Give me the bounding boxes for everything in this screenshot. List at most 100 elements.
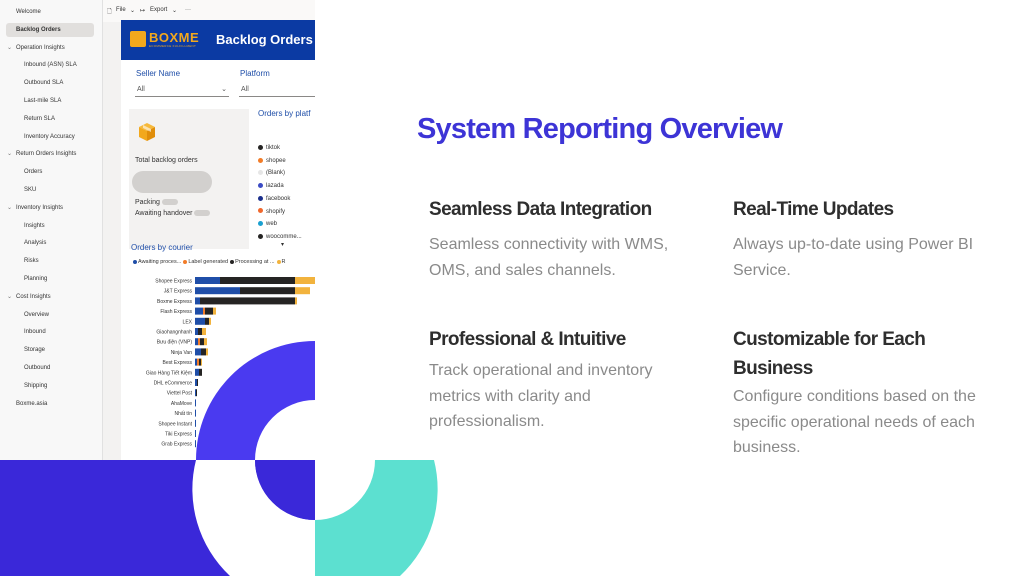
- legend-item[interactable]: woocomme...: [258, 231, 302, 243]
- bar-segment[interactable]: [199, 368, 202, 376]
- sidebar-item[interactable]: Last-mile SLA: [0, 94, 103, 108]
- sidebar-item[interactable]: Planning: [0, 272, 103, 286]
- legend-item[interactable]: Label generated: [181, 259, 228, 265]
- more-options-button[interactable]: ···: [185, 7, 191, 13]
- bar-segment[interactable]: [295, 277, 315, 284]
- sidebar-item[interactable]: Outbound: [0, 361, 103, 375]
- sidebar-item[interactable]: Storage: [0, 343, 103, 357]
- file-menu[interactable]: File: [116, 7, 126, 13]
- bar-segment[interactable]: [209, 317, 211, 325]
- total-backlog-card: Total backlog orders Packing Awaiting ha…: [129, 109, 249, 249]
- sidebar-item[interactable]: Inbound: [0, 325, 103, 339]
- bar-segment[interactable]: [195, 348, 201, 356]
- bar-segment[interactable]: [205, 317, 209, 325]
- sidebar-item[interactable]: SKU: [0, 183, 103, 197]
- sidebar-item-label: Boxme.asia: [16, 400, 48, 407]
- sidebar-item-label: Inventory Accuracy: [24, 133, 75, 140]
- bar-segment[interactable]: [195, 419, 196, 427]
- bar-segment[interactable]: [195, 389, 196, 397]
- chevron-down-icon[interactable]: ⌄: [7, 290, 12, 304]
- legend-more-icon[interactable]: ▾: [281, 241, 284, 248]
- sidebar-item[interactable]: ⌄ Inventory Insights: [0, 201, 103, 215]
- sidebar-item[interactable]: Backlog Orders: [6, 22, 94, 37]
- sidebar-item[interactable]: Overview: [0, 308, 103, 322]
- bar-segment[interactable]: [201, 358, 202, 366]
- bar-segment[interactable]: [295, 297, 297, 305]
- seller-filter-select[interactable]: All ⌄: [135, 83, 229, 97]
- bar-segment[interactable]: [197, 379, 198, 386]
- feature-title-customizable: Customizable for Each Business: [733, 329, 926, 379]
- bar-segment[interactable]: [195, 399, 196, 407]
- sidebar-item[interactable]: Boxme.asia: [0, 397, 103, 411]
- bar-segment[interactable]: [198, 328, 202, 335]
- bar-segment[interactable]: [200, 297, 295, 305]
- bar-segment[interactable]: [195, 409, 196, 417]
- bar-segment[interactable]: [220, 277, 295, 284]
- bar-segment[interactable]: [201, 348, 206, 356]
- legend-item[interactable]: shopee: [258, 155, 286, 167]
- sidebar-item[interactable]: ⌄ Return Orders Insights: [0, 147, 103, 161]
- legend-dot-icon: [258, 195, 263, 201]
- sidebar-item[interactable]: Risks: [0, 254, 103, 268]
- bar-segment[interactable]: [195, 338, 198, 346]
- bar-segment[interactable]: [204, 338, 207, 346]
- category-label: Viettel Post: [167, 391, 193, 397]
- boxme-logo-subtitle: ECOMMERCE FULFILLMENT: [149, 44, 197, 48]
- bar-segment[interactable]: [195, 287, 240, 295]
- bar-segment[interactable]: [195, 379, 197, 386]
- sidebar-item[interactable]: ⌄ Operation Insights: [0, 41, 103, 55]
- bar-segment[interactable]: [195, 307, 203, 315]
- sidebar-item[interactable]: Inventory Accuracy: [0, 130, 103, 144]
- platform-filter-select[interactable]: All: [239, 83, 315, 97]
- bar-segment[interactable]: [200, 338, 204, 346]
- legend-item[interactable]: R: [275, 259, 286, 265]
- bar-segment[interactable]: [205, 307, 213, 315]
- chevron-down-icon[interactable]: ⌄: [7, 41, 12, 55]
- legend-item[interactable]: Awaiting proces...: [131, 259, 181, 265]
- bar-segment[interactable]: [195, 317, 205, 325]
- sidebar-item[interactable]: Inbound (ASN) SLA: [0, 58, 103, 72]
- bar-segment[interactable]: [199, 358, 201, 366]
- sidebar-item[interactable]: Shipping: [0, 379, 103, 393]
- category-label: Bưu điện (VNP): [157, 340, 193, 346]
- legend-dot-icon: [258, 183, 263, 189]
- legend-item[interactable]: facebook: [258, 193, 290, 205]
- legend-item[interactable]: Processing at ...: [228, 259, 275, 265]
- report-banner: BOXME ECOMMERCE FULFILLMENT Backlog Orde…: [121, 20, 315, 60]
- export-icon[interactable]: ↦: [140, 7, 145, 14]
- bar-segment[interactable]: [198, 338, 200, 346]
- bar-segment[interactable]: [195, 358, 197, 366]
- export-menu[interactable]: Export: [150, 7, 167, 13]
- legend-item[interactable]: (Blank): [258, 167, 285, 179]
- report-title: Backlog Orders: [216, 32, 313, 47]
- bar-segment[interactable]: [195, 368, 199, 376]
- bar-segment[interactable]: [195, 430, 196, 437]
- file-icon[interactable]: 🗋: [107, 7, 112, 17]
- sidebar-item-label: Shipping: [24, 382, 48, 389]
- bar-segment[interactable]: [197, 358, 199, 366]
- sidebar-item[interactable]: Welcome: [0, 5, 103, 19]
- sidebar-item[interactable]: ⌄ Cost Insights: [0, 290, 103, 304]
- legend-item[interactable]: tiktok: [258, 142, 280, 154]
- legend-item[interactable]: web: [258, 218, 277, 230]
- sidebar-item[interactable]: Outbound SLA: [0, 76, 103, 90]
- bar-segment[interactable]: [196, 389, 197, 397]
- legend-item[interactable]: lazada: [258, 180, 284, 192]
- bar-segment[interactable]: [240, 287, 295, 295]
- legend-item[interactable]: shopify: [258, 206, 285, 218]
- bar-segment[interactable]: [213, 307, 216, 315]
- chevron-down-icon[interactable]: ⌄: [7, 201, 12, 215]
- sidebar-item[interactable]: Insights: [0, 219, 103, 233]
- bar-segment[interactable]: [202, 328, 206, 335]
- bar-segment[interactable]: [295, 287, 310, 295]
- chevron-down-icon[interactable]: ⌄: [7, 147, 12, 161]
- sidebar-item[interactable]: Analysis: [0, 236, 103, 250]
- bar-segment[interactable]: [195, 328, 198, 335]
- sidebar-item[interactable]: Return SLA: [0, 112, 103, 126]
- bar-segment[interactable]: [195, 440, 196, 448]
- bar-segment[interactable]: [195, 297, 200, 305]
- bar-segment[interactable]: [206, 348, 208, 356]
- bar-segment[interactable]: [195, 277, 220, 284]
- sidebar-item[interactable]: Orders: [0, 165, 103, 179]
- bar-segment[interactable]: [203, 307, 205, 315]
